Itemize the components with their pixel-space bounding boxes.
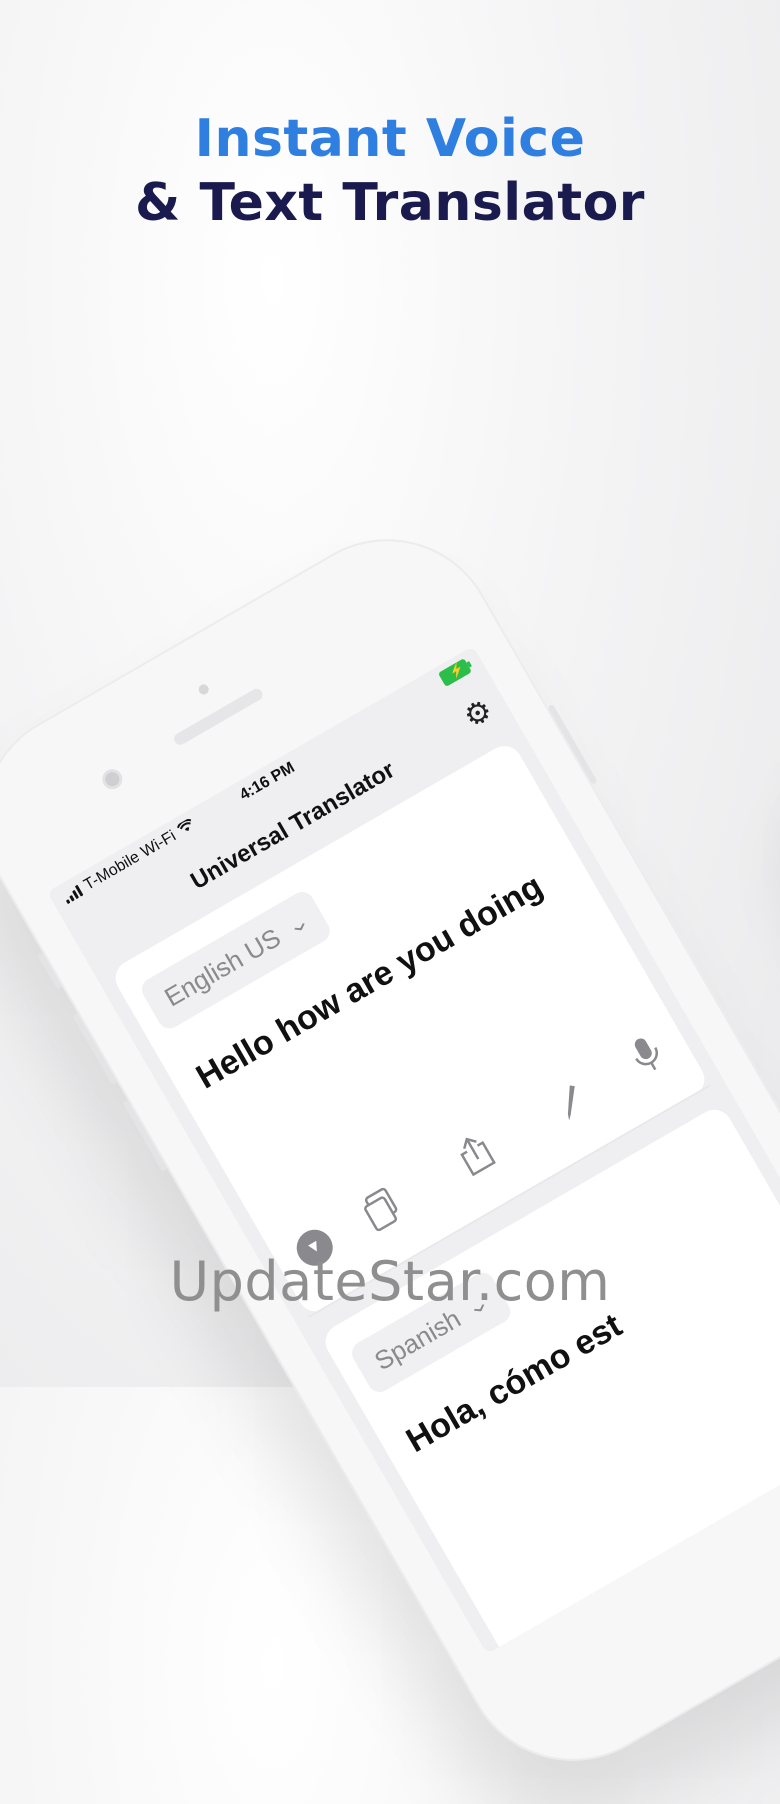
watermark: UpdateStar.com	[169, 1250, 611, 1313]
headline: Instant Voice & Text Translator	[0, 108, 780, 236]
copy-icon[interactable]	[357, 1184, 410, 1242]
edit-pencil-icon[interactable]	[549, 1078, 597, 1132]
target-language-label: Spanish	[369, 1303, 466, 1377]
headline-line-1: Instant Voice	[194, 109, 586, 169]
phone-front-camera	[102, 769, 122, 789]
headline-line-2: & Text Translator	[135, 173, 645, 233]
share-icon[interactable]	[451, 1129, 503, 1187]
source-language-label: English US	[159, 922, 286, 1013]
phone-mockup: T-Mobile Wi-Fi 4:16 PM ⚡ Universal Trans…	[0, 499, 780, 1801]
phone-speaker	[172, 686, 265, 747]
phone-sensor	[196, 682, 211, 697]
chevron-down-icon: ⌄	[282, 909, 314, 941]
phone-volume-up	[72, 1012, 118, 1086]
phone-mute-switch	[37, 952, 63, 990]
microphone-icon[interactable]	[625, 1031, 674, 1087]
phone-volume-down	[122, 1099, 168, 1172]
phone-power-button	[547, 703, 598, 785]
